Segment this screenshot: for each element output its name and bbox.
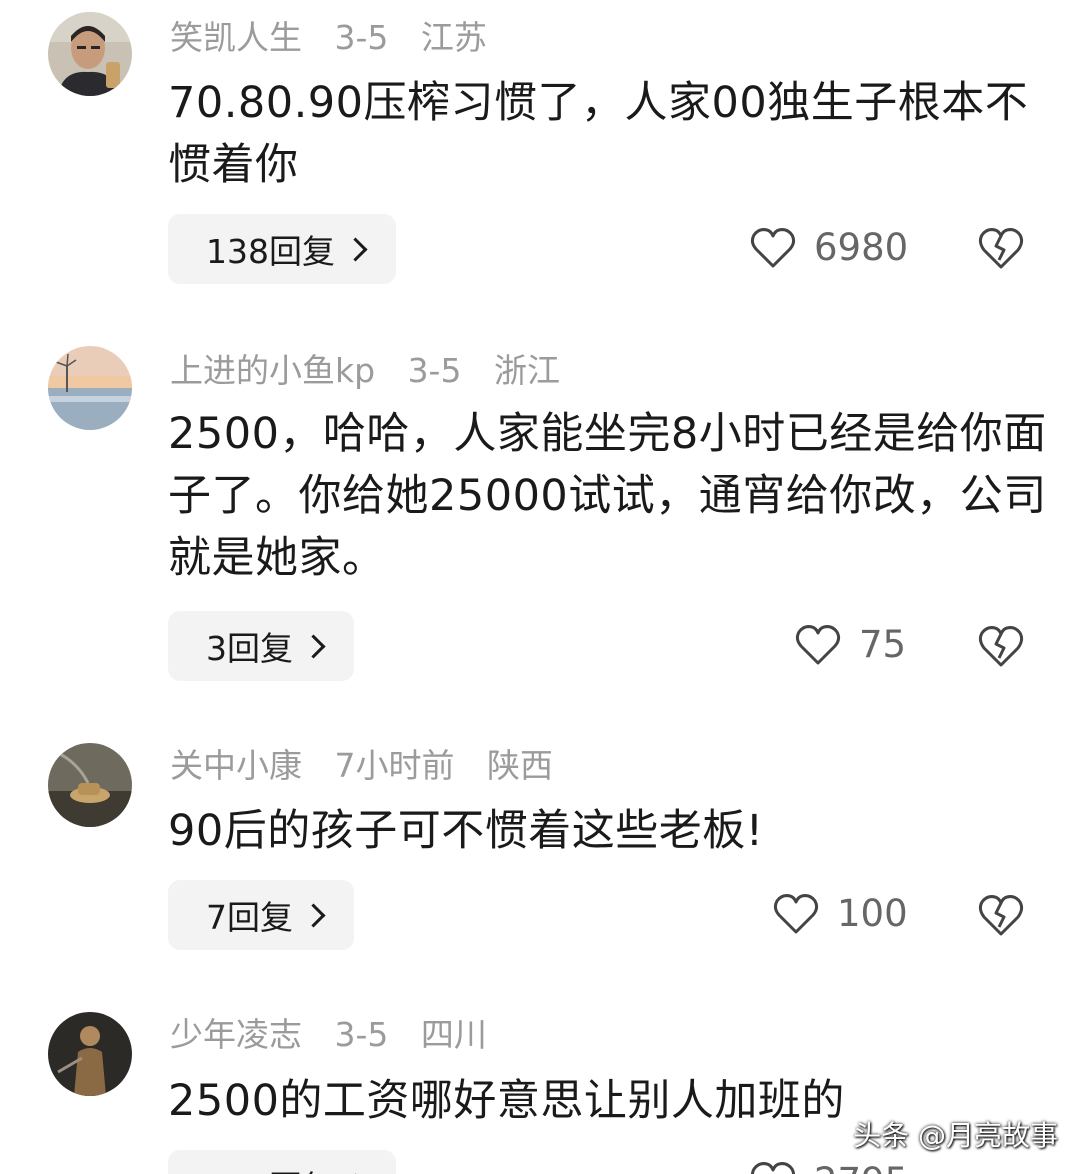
avatar[interactable] [48,743,132,827]
heart-outline-icon [750,227,796,267]
sunset-beach-avatar [48,346,132,430]
broken-heart-icon[interactable] [977,893,1025,937]
replies-button[interactable]: 210回复 [168,1150,396,1174]
heart-outline-icon [795,624,841,664]
chevron-right-icon [301,902,326,928]
replies-label: 138回复 [206,232,335,271]
like-button[interactable]: 100 [773,892,908,935]
comment-location: 江苏 [420,18,487,57]
like-button[interactable]: 75 [795,623,906,666]
chevron-right-icon [301,633,326,659]
heart-outline-icon [773,893,819,933]
replies-button[interactable]: 7回复 [168,880,354,950]
comment-text: 90后的孩子可不惯着这些老板! [168,806,764,856]
username[interactable]: 上进的小鱼kp [170,351,375,390]
like-count: 100 [837,892,908,935]
comment-meta: 少年凌志 3-5 四川 [170,1015,509,1055]
comment-location: 四川 [420,1015,487,1054]
comment-date: 3-5 [407,351,462,390]
replies-label: 3回复 [206,629,293,668]
username[interactable]: 笑凯人生 [170,18,302,57]
like-count: 75 [859,623,907,666]
replies-button[interactable]: 138回复 [168,214,396,284]
man-portrait-avatar [48,12,132,96]
replies-label: 7回复 [206,898,293,937]
comment-feed: 笑凯人生 3-5 江苏 70.80.90压榨习惯了，人家00独生子根本不惯着你 … [0,0,1080,1174]
username[interactable]: 少年凌志 [170,1015,302,1054]
broken-heart-icon[interactable] [977,226,1025,270]
like-button[interactable]: 2795 [750,1160,908,1174]
comment-date: 3-5 [334,1015,389,1054]
avatar[interactable] [48,346,132,430]
replies-label: 210回复 [206,1161,335,1174]
comment-meta: 上进的小鱼kp 3-5 浙江 [170,351,582,391]
comment-text: 70.80.90压榨习惯了，人家00独生子根本不惯着你 [168,78,1029,190]
comment-meta: 关中小康 7小时前 陕西 [170,746,575,786]
tea-scene-avatar [48,743,132,827]
like-count: 6980 [814,226,909,269]
like-count: 2795 [814,1160,908,1174]
watermark: 头条 @月亮故事 [853,1119,1058,1152]
monk-figure-avatar [48,1012,132,1096]
heart-outline-icon [750,1161,796,1174]
username[interactable]: 关中小康 [170,746,302,785]
comment-text: 2500，哈哈，人家能坐完8小时已经是给你面子了。你给她25000试试，通宵给你… [168,409,1047,583]
comment-date: 7小时前 [334,746,455,785]
comment-location: 陕西 [487,746,553,785]
comment-date: 3-5 [334,18,389,57]
replies-button[interactable]: 3回复 [168,611,354,681]
comment-meta: 笑凯人生 3-5 江苏 [170,18,509,58]
broken-heart-icon[interactable] [977,624,1025,668]
comment-location: 浙江 [493,351,560,390]
like-button[interactable]: 6980 [750,226,908,269]
avatar[interactable] [48,1012,132,1096]
chevron-right-icon [343,236,368,262]
avatar[interactable] [48,12,132,96]
